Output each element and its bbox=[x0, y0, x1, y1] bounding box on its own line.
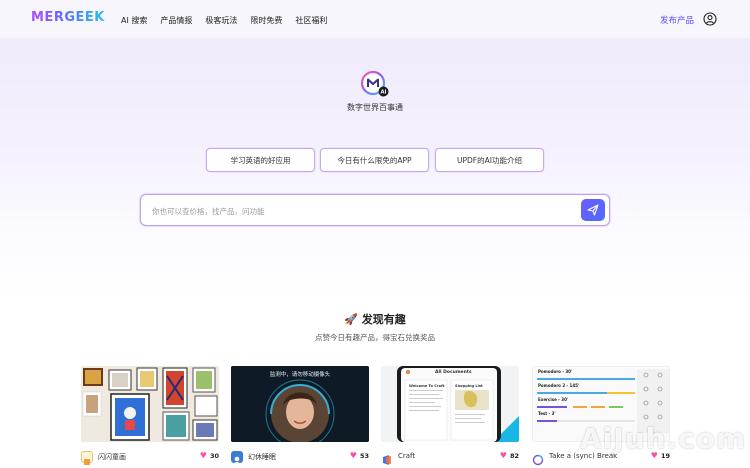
like-count: 82 bbox=[509, 452, 519, 460]
discover-title-text: 发现有趣 bbox=[361, 313, 406, 326]
publish-product-link[interactable]: 发布产品 bbox=[660, 14, 694, 26]
nav-community-benefits[interactable]: 社区福利 bbox=[295, 15, 327, 26]
card-thumbnail[interactable]: All Documents Welcome To Craft Shopping … bbox=[381, 366, 519, 442]
search-box bbox=[140, 194, 610, 226]
gallery-wall-image bbox=[81, 366, 219, 442]
suggestion-chip-english-apps[interactable]: 学习英语的好应用 bbox=[206, 148, 315, 172]
app-icon bbox=[381, 451, 393, 465]
heart-icon: ♥ bbox=[199, 451, 207, 460]
app-icon bbox=[532, 451, 544, 466]
scan-status-text: 监测中，请勿移动摄像头 bbox=[269, 372, 331, 378]
like-count: 53 bbox=[359, 452, 369, 460]
suggestion-chip-free-apps[interactable]: 今日有什么限免的APP bbox=[320, 148, 429, 172]
send-icon bbox=[587, 204, 599, 216]
product-card[interactable]: All Documents Welcome To Craft Shopping … bbox=[381, 366, 519, 466]
app-name[interactable]: 闪闪童画 bbox=[98, 452, 126, 462]
user-account-icon[interactable] bbox=[703, 12, 717, 26]
ai-brand-icon: AI bbox=[360, 70, 389, 97]
timer-row-label: Pomodoro 2 - 145' bbox=[538, 383, 580, 388]
craft-note-title: Welcome To Craft bbox=[409, 384, 445, 388]
hero-tagline: 数字世界百事通 bbox=[347, 103, 403, 112]
mergeek-logo[interactable]: MERGEEK bbox=[31, 10, 105, 25]
product-card[interactable]: 闪闪童画 ♥ 30 bbox=[81, 366, 219, 466]
craft-note-title: Shopping List bbox=[455, 384, 483, 388]
send-button[interactable] bbox=[581, 199, 605, 221]
site-watermark: AiJuh.com bbox=[580, 422, 747, 455]
craft-header-label: All Documents bbox=[435, 370, 472, 375]
nav-ai-search[interactable]: AI 搜索 bbox=[121, 15, 147, 26]
top-header: MERGEEK AI 搜索 产品情报 极客玩法 限时免费 社区福利 发布产品 bbox=[0, 0, 750, 38]
suggestion-chip-updf-ai[interactable]: UPDF的AI功能介绍 bbox=[435, 148, 544, 172]
nav-product-intel[interactable]: 产品情报 bbox=[160, 15, 192, 26]
product-card[interactable]: 监测中，请勿移动摄像头 幻休睡眠 ♥ 53 bbox=[231, 366, 369, 466]
card-thumbnail[interactable] bbox=[81, 366, 219, 442]
app-icon bbox=[231, 451, 243, 464]
app-icon bbox=[81, 451, 93, 465]
nav-limited-free[interactable]: 限时免费 bbox=[250, 15, 282, 26]
card-footer: 幻休睡眠 ♥ 53 bbox=[231, 451, 369, 465]
timer-row-label: Pomodoro - 30' bbox=[538, 369, 573, 374]
like-button[interactable]: ♥ 82 bbox=[499, 451, 519, 461]
like-count: 30 bbox=[209, 452, 219, 460]
app-name[interactable]: 幻休睡眠 bbox=[248, 452, 276, 462]
heart-icon: ♥ bbox=[499, 451, 507, 460]
discover-title: 🚀 发现有趣 bbox=[0, 311, 750, 327]
timer-row-label: Test - 3' bbox=[538, 411, 556, 416]
card-footer: Craft ♥ 82 bbox=[381, 451, 519, 465]
ai-badge-label: AI bbox=[381, 90, 387, 96]
nav-geek-play[interactable]: 极客玩法 bbox=[205, 15, 237, 26]
search-input[interactable] bbox=[152, 203, 572, 219]
card-footer: 闪闪童画 ♥ 30 bbox=[81, 451, 219, 465]
card-thumbnail[interactable]: 监测中，请勿移动摄像头 bbox=[231, 366, 369, 442]
like-button[interactable]: ♥ 30 bbox=[199, 451, 219, 461]
app-name[interactable]: Craft bbox=[398, 452, 415, 460]
discover-subtitle: 点赞今日有趣产品，得宝石兑换奖品 bbox=[315, 333, 435, 342]
craft-app-screenshot bbox=[381, 366, 519, 442]
heart-icon: ♥ bbox=[349, 451, 357, 460]
rocket-icon: 🚀 bbox=[344, 313, 358, 326]
main-nav: AI 搜索 产品情报 极客玩法 限时免费 社区福利 bbox=[121, 15, 340, 26]
like-button[interactable]: ♥ 53 bbox=[349, 451, 369, 461]
timer-row-label: Exercise - 30' bbox=[538, 397, 569, 402]
